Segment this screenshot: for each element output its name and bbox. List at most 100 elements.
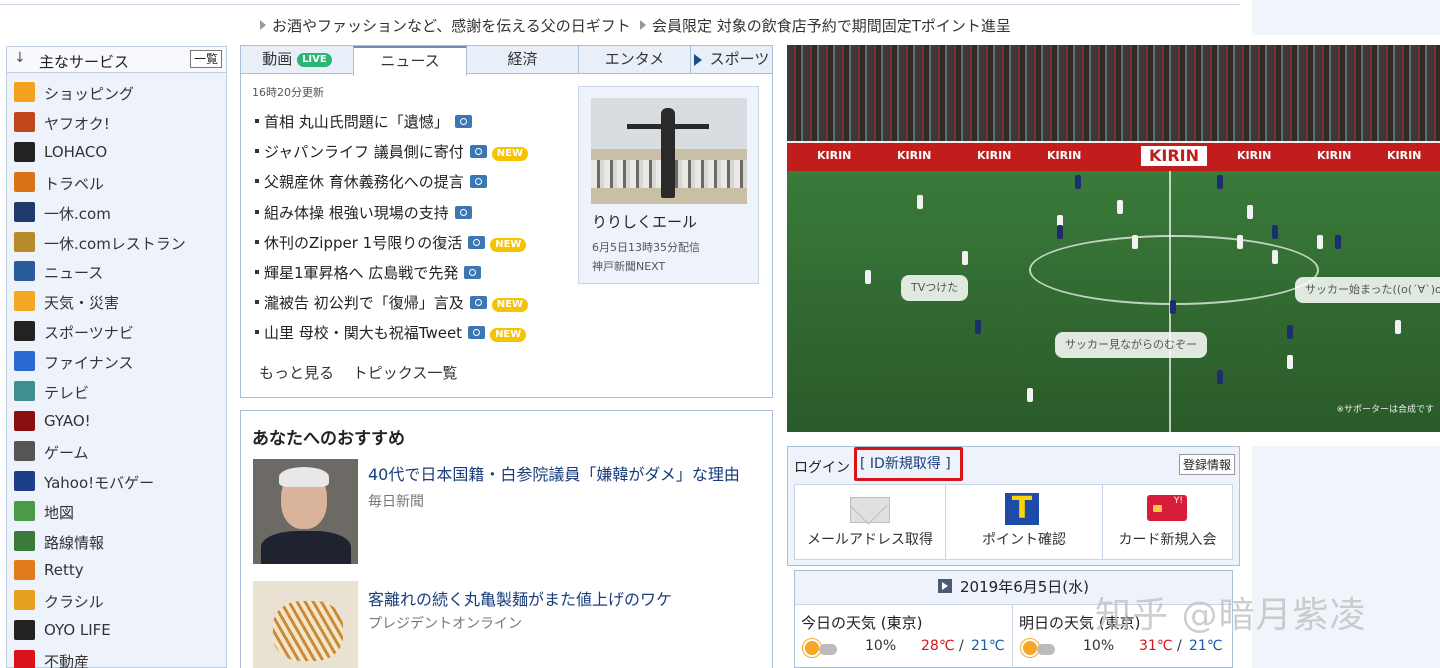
tab-sports[interactable]: スポーツ: [707, 46, 772, 74]
sidebar-item[interactable]: スポーツナビ: [7, 317, 226, 347]
sidebar-item[interactable]: トラベル: [7, 168, 226, 198]
high-temp: 31℃: [1139, 638, 1173, 654]
more-news-link[interactable]: もっと見る: [259, 364, 334, 382]
tab-news[interactable]: ニュース: [353, 46, 467, 76]
low-temp: 21℃: [971, 638, 1005, 654]
update-time: 16時20分更新: [252, 86, 324, 99]
news-headline[interactable]: 瀧被告 初公判で「復帰」言及 NEW: [255, 292, 529, 313]
new-badge: NEW: [490, 237, 527, 252]
news-headline[interactable]: 山里 母校・関大も祝福Tweet NEW: [255, 322, 527, 343]
sidebar-item-label: ヤフオク!: [44, 114, 110, 133]
rain-probability: 10%: [865, 638, 897, 654]
news-headline[interactable]: 休刊のZipper 1号限りの復活 NEW: [255, 232, 527, 253]
sidebar-item[interactable]: ショッピング: [7, 78, 226, 108]
sidebar-item[interactable]: ヤフオク!: [7, 108, 226, 138]
sidebar-item[interactable]: 天気・災害: [7, 287, 226, 317]
weather-icon: [14, 291, 35, 312]
credit-card-icon: Y!: [1147, 495, 1187, 521]
sidebar-item[interactable]: ゲーム: [7, 437, 226, 467]
news-headline[interactable]: 組み体操 根強い現場の支持: [255, 202, 472, 223]
sidebar-item[interactable]: ニュース: [7, 257, 226, 287]
get-email-address-button[interactable]: メールアドレス取得: [795, 485, 946, 559]
recommendations-title: あなたへのおすすめ: [252, 429, 405, 449]
train-icon: [14, 530, 35, 551]
sidebar-item[interactable]: 不動産: [7, 646, 226, 668]
news-headline[interactable]: ジャパンライフ 議員側に寄付 NEW: [255, 141, 529, 162]
player: [1057, 225, 1063, 239]
sidebar-item-label: ファイナンス: [44, 354, 134, 373]
sidebar-item[interactable]: GYAO!: [7, 407, 226, 437]
header-bottom-border: [0, 0, 1240, 5]
point-check-button[interactable]: T ポイント確認: [946, 485, 1103, 559]
sidebar-item-label: Retty: [44, 561, 84, 580]
player: [1287, 325, 1293, 339]
player: [1132, 235, 1138, 249]
sidebar-item-label: ニュース: [44, 264, 104, 283]
sidebar-item-label: ゲーム: [44, 443, 89, 462]
news-headline[interactable]: 首相 丸山氏問題に「遺憾」: [255, 111, 472, 132]
sidebar-item[interactable]: LOHACO: [7, 138, 226, 168]
sidebar-item[interactable]: クラシル: [7, 586, 226, 616]
sidebar-item[interactable]: OYO LIFE: [7, 616, 226, 646]
tab-scroll-right-icon[interactable]: [694, 54, 702, 66]
reco-thumbnail[interactable]: [253, 459, 358, 564]
card-signup-button[interactable]: Y! カード新規入会: [1103, 485, 1232, 559]
tab-entertainment[interactable]: エンタメ: [579, 46, 691, 74]
news-panel: 動画 LIVE ニュース 経済 エンタメ スポーツ 16時20分更新 首相 丸山…: [240, 45, 773, 398]
camera-icon: [469, 145, 487, 159]
tab-video[interactable]: 動画 LIVE: [241, 46, 354, 74]
sidebar-item-label: GYAO!: [44, 411, 91, 430]
tab-economy[interactable]: 経済: [467, 46, 579, 74]
sidebar-item[interactable]: 地図: [7, 497, 226, 527]
login-actions: メールアドレス取得 T ポイント確認 Y! カード新規入会: [794, 484, 1233, 560]
new-id-link[interactable]: [ ID新規取得 ]: [854, 447, 963, 481]
login-link[interactable]: ログイン: [794, 457, 850, 477]
login-panel: ログイン [ ID新規取得 ] 登録情報 メールアドレス取得 T ポイント確認 …: [787, 446, 1240, 566]
player: [1170, 300, 1176, 314]
topics-list-link[interactable]: トピックス一覧: [353, 364, 458, 382]
sidebar-item[interactable]: 一休.com: [7, 198, 226, 228]
sidebar-item-label: ショッピング: [44, 85, 135, 103]
player: [1027, 388, 1033, 402]
reco-source: 毎日新聞: [368, 494, 424, 510]
sidebar-item[interactable]: Yahoo!モバゲー: [7, 467, 226, 497]
weather-today[interactable]: 今日の天気 (東京) 10% 28℃ / 21℃: [795, 605, 1013, 668]
registration-info-button[interactable]: 登録情報: [1178, 454, 1235, 475]
promo-link-fathers-day[interactable]: お酒やファッションなど、感謝を伝える父の日ギフト: [260, 15, 631, 36]
player: [1317, 235, 1323, 249]
reco-source: プレジデントオンライン: [368, 616, 522, 632]
comment-bubble: TVつけた: [901, 275, 969, 301]
player: [1217, 370, 1223, 384]
player: [1272, 250, 1278, 264]
pickup-article[interactable]: りりしくエール 6月5日13時35分配信 神戸新聞NEXT: [578, 86, 759, 284]
sidebar-item[interactable]: 路線情報: [7, 527, 226, 557]
video-disclaimer: ※サポーターは合成です: [1336, 405, 1434, 415]
camera-icon: [454, 205, 472, 219]
sidebar-item[interactable]: Retty: [7, 556, 226, 586]
service-list-button[interactable]: 一覧: [189, 50, 222, 68]
tv-icon: [14, 381, 35, 401]
sportsnavi-icon: [14, 321, 35, 342]
player: [1237, 235, 1243, 249]
reco-headline[interactable]: 40代で日本国籍・白参院議員「嫌韓がダメ」な理由: [368, 461, 740, 485]
player: [917, 195, 923, 209]
news-headline[interactable]: 輝星1軍昇格へ 広島戦で先発: [255, 262, 482, 283]
cloud-icon: [819, 644, 837, 655]
sidebar-item[interactable]: テレビ: [7, 377, 226, 407]
news-headline[interactable]: 父親産休 育休義務化への提言: [255, 171, 487, 192]
video-ad[interactable]: KIRIN KIRIN KIRIN KIRIN KIRIN KIRIN KIRI…: [787, 45, 1440, 432]
sun-icon: [805, 641, 819, 655]
sidebar-item[interactable]: ファイナンス: [7, 347, 226, 377]
sidebar-item[interactable]: 一休.comレストラン: [7, 228, 226, 258]
low-temp: 21℃: [1189, 638, 1223, 654]
promo-link-tpoint[interactable]: 会員限定 対象の飲食店予約で期間固定Tポイント進呈: [640, 15, 1011, 36]
player: [975, 320, 981, 334]
services-sidebar: ↓ 主なサービス 一覧 ショッピング ヤフオク! LOHACO トラベル 一休.com 一…: [6, 46, 227, 668]
news-footer: もっと見る トピックス一覧: [259, 362, 471, 383]
sidebar-item-label: クラシル: [44, 593, 104, 612]
reco-headline[interactable]: 客離れの続く丸亀製麺がまた値上げのワケ: [368, 586, 672, 610]
reco-thumbnail[interactable]: [253, 581, 358, 668]
news-icon: [14, 261, 35, 282]
pickup-date: 6月5日13時35分配信: [592, 241, 700, 254]
sidebar-item-label: 地図: [44, 503, 75, 522]
